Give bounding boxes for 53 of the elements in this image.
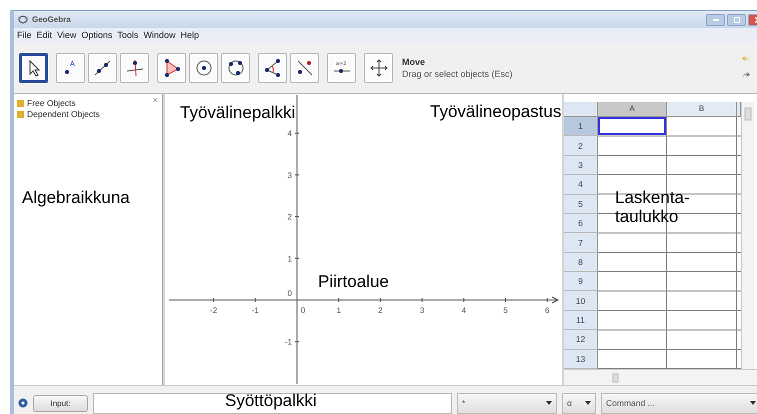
axis-tick-label: 4 [462, 306, 466, 315]
menu-item[interactable]: Edit [36, 30, 52, 40]
axis-tick-label: 0 [300, 306, 306, 315]
annotation-label: Työvälineopastus [430, 102, 562, 121]
annotation-label: Piirtoalue [318, 272, 389, 291]
row-header[interactable]: 4 [564, 175, 598, 195]
menu-item[interactable]: Help [180, 30, 199, 40]
command-dropdown[interactable]: Command ... [601, 392, 757, 414]
row-header[interactable]: 10 [564, 291, 598, 311]
input-button[interactable]: Input: [33, 394, 88, 412]
axis-tick-label: -2 [210, 306, 218, 315]
annotation-label: Algebraikkuna [22, 188, 130, 207]
axis-tick-label: -1 [252, 306, 259, 315]
row-header[interactable]: 1 [564, 116, 598, 136]
menu-item[interactable]: Tools [117, 30, 138, 40]
axis-tick-label: 3 [288, 170, 292, 180]
axis-tick-label: 2 [288, 212, 292, 222]
close-button[interactable]: × [152, 95, 158, 105]
row-header[interactable]: 12 [564, 330, 598, 350]
axis-tick-label: 4 [288, 129, 292, 138]
greek-letter-dropdown[interactable]: α [562, 392, 596, 414]
menu-item[interactable]: View [57, 30, 76, 40]
column-header[interactable]: B [667, 102, 737, 117]
row-header[interactable]: 13 [564, 350, 598, 370]
row-header[interactable]: 6 [564, 214, 598, 234]
tool-name: Move [402, 56, 426, 66]
annotation-label: Syöttöpalkki [225, 391, 317, 410]
axis-tick-label: 1 [336, 306, 341, 315]
tool-help-text: Drag or select objects (Esc) [402, 68, 513, 78]
row-header[interactable]: 3 [564, 156, 598, 176]
row-header[interactable]: 2 [564, 136, 598, 156]
axis-tick-label: 5 [503, 306, 508, 315]
axis-tick-label: 3 [420, 306, 424, 315]
axis-tick-label: 1 [288, 254, 292, 264]
axis-tick-label: 2 [378, 306, 383, 315]
menu-item[interactable]: File [17, 30, 32, 40]
window-title: GeoGebra [32, 15, 71, 24]
axis-tick-label: 6 [544, 306, 550, 315]
row-header[interactable]: 5 [564, 194, 598, 214]
axis-tick-label: -1 [284, 338, 292, 347]
annotation-label: Työvälinepalkki [180, 103, 296, 122]
row-header[interactable]: 9 [564, 272, 598, 292]
axis-tick-label: 0 [288, 289, 292, 298]
row-header[interactable]: 8 [564, 252, 598, 272]
tree-item[interactable]: Free Objects [27, 98, 76, 108]
tree-item[interactable]: Dependent Objects [27, 108, 100, 118]
symbol-dropdown[interactable]: * [457, 392, 557, 414]
menu-item[interactable]: Window [143, 30, 176, 40]
menu-item[interactable]: Options [81, 30, 112, 40]
annotation-label: Laskenta- taulukko [615, 188, 690, 226]
column-header[interactable]: A [598, 102, 667, 117]
row-header[interactable]: 11 [564, 310, 598, 330]
row-header[interactable]: 7 [564, 233, 598, 253]
